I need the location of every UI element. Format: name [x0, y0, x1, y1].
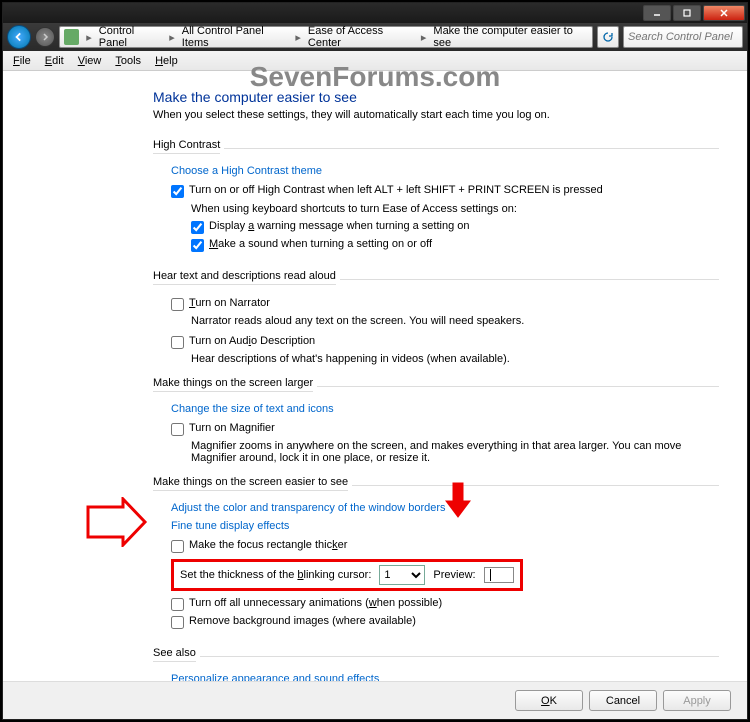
breadcrumb[interactable]: ▸ Control Panel ▸ All Control Panel Item… — [59, 26, 593, 48]
checkbox-bg-images[interactable] — [171, 616, 184, 629]
breadcrumb-item[interactable]: Ease of Access Center — [306, 25, 416, 49]
label-hc-sub: When using keyboard shortcuts to turn Ea… — [191, 203, 719, 215]
chevron-right-icon: ▸ — [290, 31, 306, 44]
apply-button[interactable]: Apply — [663, 690, 731, 711]
annotation-red-box: Set the thickness of the blinking cursor… — [171, 559, 523, 591]
back-button[interactable] — [7, 25, 31, 49]
minimize-button[interactable] — [643, 5, 671, 21]
menu-file[interactable]: File — [7, 53, 37, 69]
label-audio-desc: Turn on Audio Description — [189, 335, 315, 347]
window: ▸ Control Panel ▸ All Control Panel Item… — [2, 2, 748, 720]
section-seealso: See also — [153, 647, 196, 662]
control-panel-icon — [64, 29, 79, 45]
checkbox-hc-warn[interactable] — [191, 221, 204, 234]
link-personalize[interactable]: Personalize appearance and sound effects — [171, 673, 379, 681]
checkbox-audio-desc[interactable] — [171, 336, 184, 349]
label-cursor-thickness: Set the thickness of the blinking cursor… — [180, 569, 371, 581]
label-magnifier: Turn on Magnifier — [189, 422, 275, 434]
desc-narrator: Narrator reads aloud any text on the scr… — [191, 315, 719, 327]
link-text-size[interactable]: Change the size of text and icons — [171, 403, 334, 415]
label-preview: Preview: — [433, 569, 475, 581]
menu-tools[interactable]: Tools — [109, 53, 147, 69]
chevron-right-icon: ▸ — [81, 31, 97, 44]
checkbox-narrator[interactable] — [171, 298, 184, 311]
select-cursor-thickness[interactable]: 1 — [379, 565, 425, 585]
label-narrator: Turn on Narrator — [189, 297, 270, 309]
titlebar — [3, 3, 747, 23]
menu-view[interactable]: View — [72, 53, 108, 69]
search-input[interactable] — [623, 26, 743, 48]
page-subtitle: When you select these settings, they wil… — [153, 109, 719, 121]
section-larger: Make things on the screen larger — [153, 377, 313, 392]
label-animations: Turn off all unnecessary animations (whe… — [189, 597, 442, 609]
menu-help[interactable]: Help — [149, 53, 184, 69]
label-focus-rect: Make the focus rectangle thicker — [189, 539, 347, 551]
refresh-button[interactable] — [597, 26, 619, 48]
chevron-right-icon: ▸ — [416, 31, 432, 44]
content-area: Make the computer easier to see When you… — [3, 71, 747, 681]
menubar: File Edit View Tools Help — [3, 51, 747, 71]
label-hc-toggle: Turn on or off High Contrast when left A… — [189, 184, 603, 196]
breadcrumb-item[interactable]: Make the computer easier to see — [431, 25, 588, 49]
desc-audio: Hear descriptions of what's happening in… — [191, 353, 719, 365]
desc-magnifier: Magnifier zooms in anywhere on the scree… — [191, 440, 719, 464]
page-title: Make the computer easier to see — [153, 89, 719, 105]
checkbox-hc-toggle[interactable] — [171, 185, 184, 198]
chevron-right-icon: ▸ — [164, 31, 180, 44]
label-hc-sound: Make a sound when turning a setting on o… — [209, 238, 432, 250]
section-easier: Make things on the screen easier to see — [153, 476, 348, 491]
breadcrumb-item[interactable]: Control Panel — [97, 25, 164, 49]
link-effects[interactable]: Fine tune display effects — [171, 520, 289, 532]
annotation-arrow-down-icon — [443, 481, 473, 521]
label-bg-images: Remove background images (where availabl… — [189, 615, 416, 627]
preview-box — [484, 567, 514, 583]
label-hc-warn: Display a warning message when turning a… — [209, 220, 470, 232]
checkbox-magnifier[interactable] — [171, 423, 184, 436]
checkbox-focus-rect[interactable] — [171, 540, 184, 553]
menu-edit[interactable]: Edit — [39, 53, 70, 69]
cancel-button[interactable]: Cancel — [589, 690, 657, 711]
footer: OK Cancel Apply — [3, 681, 747, 719]
section-hear: Hear text and descriptions read aloud — [153, 270, 336, 285]
breadcrumb-item[interactable]: All Control Panel Items — [180, 25, 291, 49]
annotation-arrow-right-icon — [83, 497, 153, 547]
navbar: ▸ Control Panel ▸ All Control Panel Item… — [3, 23, 747, 51]
link-high-contrast-theme[interactable]: Choose a High Contrast theme — [171, 165, 322, 177]
ok-button[interactable]: OK — [515, 690, 583, 711]
forward-button[interactable] — [35, 27, 55, 47]
checkbox-animations[interactable] — [171, 598, 184, 611]
checkbox-hc-sound[interactable] — [191, 239, 204, 252]
close-button[interactable] — [703, 5, 745, 21]
link-borders[interactable]: Adjust the color and transparency of the… — [171, 502, 446, 514]
section-high-contrast: High Contrast — [153, 139, 220, 154]
maximize-button[interactable] — [673, 5, 701, 21]
